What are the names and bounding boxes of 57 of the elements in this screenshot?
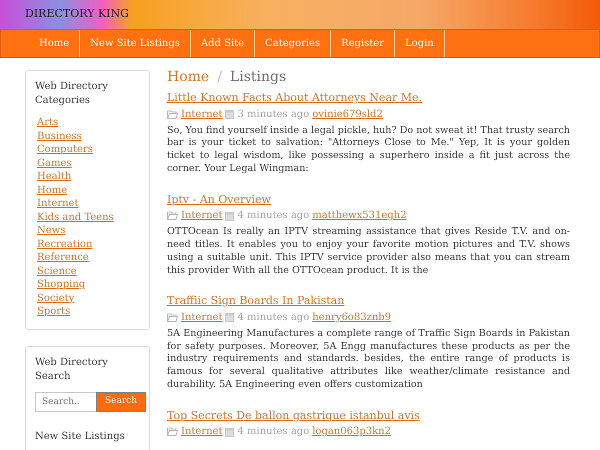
category-link[interactable]: Society [37, 292, 140, 305]
calendar-icon [225, 312, 234, 322]
nav-link[interactable]: Add Site [190, 30, 256, 57]
timestamp: 3 minutes ago [237, 108, 310, 122]
user-link[interactable]: logan063p3kn2 [312, 424, 391, 440]
listing-title-link[interactable]: Top Secrets De ballon gastrique istanbul avis [167, 408, 420, 424]
user-link[interactable]: henry6o83znb9 [312, 310, 392, 325]
breadcrumb-separator: / [217, 68, 222, 86]
category-link[interactable]: Health [37, 170, 140, 184]
search-button[interactable]: Search [96, 392, 146, 412]
breadcrumb-item[interactable]: Home [167, 68, 210, 86]
category-link[interactable]: News [37, 224, 140, 238]
calendar-icon [225, 109, 234, 119]
nav-link[interactable]: New Site Listings [80, 30, 191, 57]
listing-title-link[interactable]: Little Known Facts About Attorneys Near Me. [167, 90, 422, 106]
nav-link[interactable]: Login [395, 30, 445, 57]
listing-description: OTTOcean Is really an IPTV streaming assistance that gives Reside T.V. and on-need titles. It enables you to enjoy your favorite motion pictures and T.V. shows using a suitable unit. This IPTV service provider also means that you can stream this provider With all the OTTOcean product. It is the [167, 226, 570, 278]
category-link[interactable]: Games [37, 156, 140, 170]
timestamp: 4 minutes ago [237, 209, 310, 224]
user-link[interactable]: matthewx531egh2 [312, 208, 406, 224]
calendar-icon [225, 426, 234, 437]
category-link[interactable]: Internet [181, 310, 222, 325]
listing-description: So, You find yourself inside a legal pickle, huh? Do not sweat it! That trusty search bar is your ticket to salvation: "Attorneys Close to Me." Yep, It is your golden ticket to legal wisdom, like possessing a superhero inside a fit just across the corner. Your Legal Wingman: [167, 124, 570, 176]
category-link[interactable]: Sports [37, 305, 140, 318]
site-title: DIRECTORY KING [25, 7, 129, 20]
nav-link[interactable]: Categories [255, 30, 332, 57]
category-link[interactable]: Internet [37, 197, 140, 210]
panel-title: New Site Listings [35, 430, 126, 444]
user-link[interactable]: ovinie679sld2 [312, 106, 383, 122]
category-link[interactable]: Internet [181, 106, 222, 122]
timestamp: 4 minutes ago [237, 310, 310, 325]
panel-title: Web Directory Categories [35, 80, 109, 108]
timestamp: 4 minutes ago [237, 425, 310, 440]
category-link[interactable]: Business [37, 130, 140, 143]
nav-link[interactable]: Register [331, 30, 395, 57]
nav-link[interactable]: Home [29, 30, 80, 57]
category-link[interactable]: Home [37, 184, 140, 197]
category-link[interactable]: Kids and Teens [37, 210, 140, 224]
category-link[interactable]: Computers [37, 143, 140, 156]
category-link[interactable]: Internet [181, 424, 222, 440]
listing-title-link[interactable]: Iptv - An Overview [167, 192, 271, 208]
listing-description: 5A Engineering Manufactures a complete range of Traffic Sign Boards in Pakistan for safety purposes. Moreover, 5A Engg manufactures these products as per the industry requirements and standards. besides, the entire range of products is famous for several qualitative attributes like weather/climate resistance and durability. 5A Engineering even offers customization [167, 328, 570, 392]
category-link[interactable]: Internet [181, 208, 222, 224]
listing-title-link[interactable]: Traffiic Sign Boards In Pakistan [167, 293, 344, 310]
folder-icon [167, 110, 178, 118]
breadcrumb-item: Listings [230, 68, 286, 86]
panel-title: Web Directory Search [35, 356, 109, 384]
folder-icon [167, 312, 178, 322]
category-link[interactable]: Reference [37, 251, 140, 264]
folder-icon [167, 427, 178, 436]
category-link[interactable]: Shopping [37, 278, 140, 292]
category-link[interactable]: Science [37, 264, 140, 278]
search-field[interactable]: Search.. [35, 392, 96, 412]
category-link[interactable]: Recreation [37, 238, 140, 251]
folder-icon [167, 211, 178, 220]
category-link[interactable]: Arts [37, 116, 140, 130]
calendar-icon [225, 210, 234, 221]
